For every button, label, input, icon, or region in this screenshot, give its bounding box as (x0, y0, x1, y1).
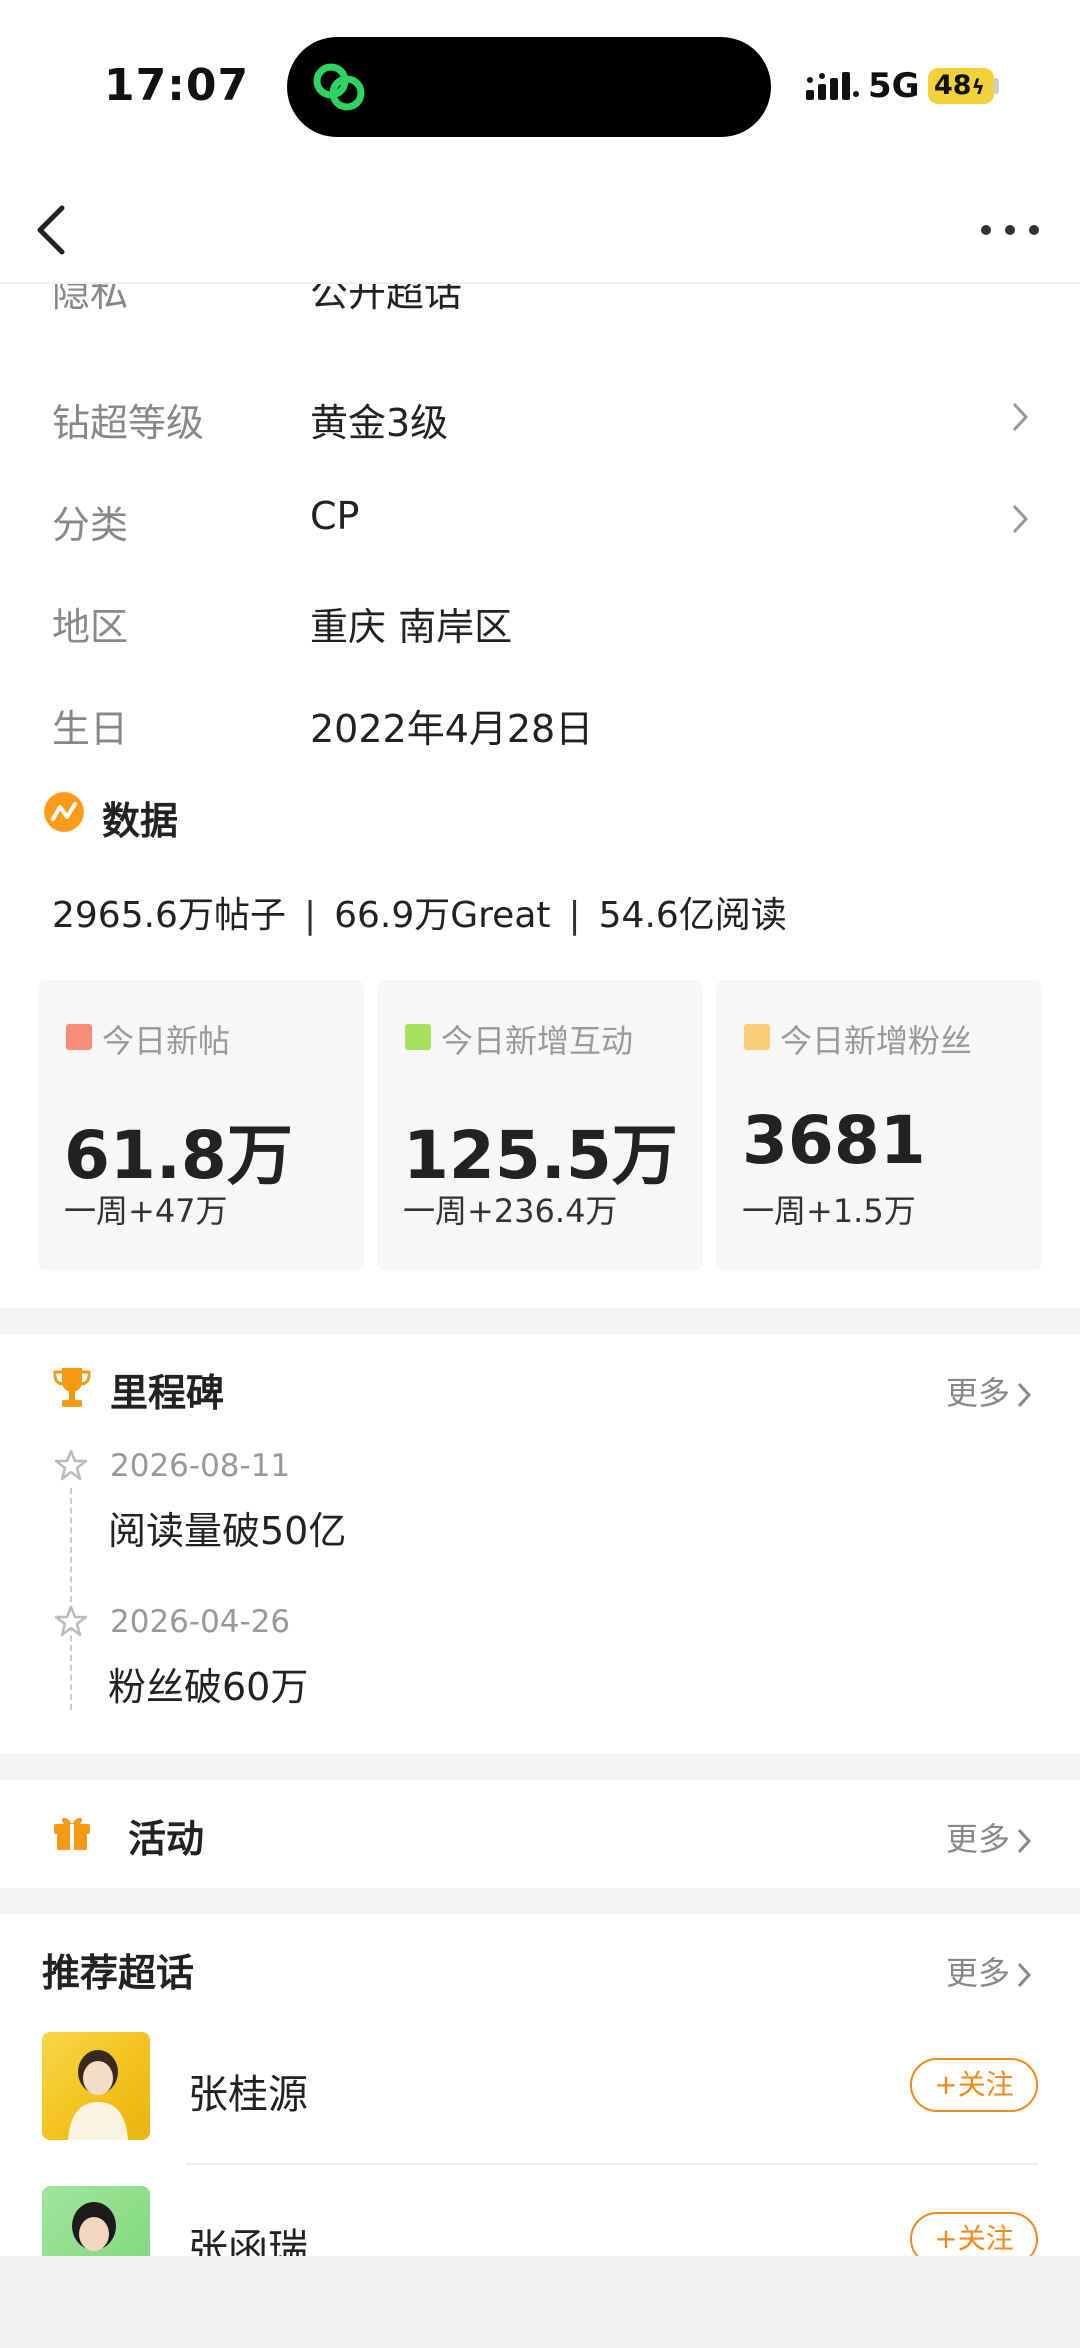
battery-icon: 48ϟ (928, 68, 994, 104)
topic-name: 张桂源 (188, 2072, 308, 2118)
summary-reads: 54.6亿阅读 (598, 895, 787, 936)
more-label: 更多 (945, 1954, 1010, 1992)
more-dots-icon[interactable] (976, 210, 1046, 250)
card-week-change: 一周+47万 (64, 1192, 228, 1230)
nav-bar (0, 180, 1080, 284)
data-section-title: 数据 (102, 799, 179, 843)
card-value: 3681 (742, 1102, 926, 1179)
link-app-icon (313, 63, 365, 111)
milestones-more-link[interactable]: 更多 (946, 1368, 1032, 1414)
summary-great: 66.9万Great (334, 895, 551, 936)
info-row-birthday: 生日 2022年4月28日 (0, 670, 1080, 772)
info-value: 重庆 南岸区 (310, 605, 513, 649)
milestone-item: 2026-04-26 粉丝破60万 (0, 1604, 1080, 1724)
info-label: 钻超等级 (52, 401, 205, 445)
milestone-text: 粉丝破60万 (108, 1665, 309, 1709)
list-divider (186, 2163, 1038, 2165)
stat-card-new-posts[interactable]: 今日新帖 61.8万 一周+47万 (38, 980, 364, 1270)
info-row-category[interactable]: 分类 CP (0, 466, 1080, 568)
info-row-level[interactable]: 钻超等级 黄金3级 (0, 364, 1080, 466)
trophy-icon (53, 1368, 91, 1407)
star-outline-icon (54, 1605, 88, 1637)
more-label: 更多 (945, 1374, 1010, 1412)
bottom-bar-area (0, 2256, 1080, 2348)
status-time: 17:07 (104, 60, 250, 111)
chevron-right-icon (1017, 1382, 1032, 1408)
color-dot (405, 1024, 431, 1050)
card-value: 61.8万 (64, 1117, 293, 1194)
battery-cap (994, 78, 999, 94)
chevron-right-icon (1017, 1828, 1032, 1854)
stat-card-new-interactions[interactable]: 今日新增互动 125.5万 一周+236.4万 (377, 980, 703, 1270)
gift-icon (54, 1817, 90, 1850)
star-outline-icon (54, 1449, 88, 1481)
info-value: CP (310, 494, 360, 538)
data-chart-icon (44, 792, 84, 832)
status-bar: 17:07 5G 48ϟ (0, 0, 1080, 180)
summary-posts: 2965.6万帖子 (52, 895, 286, 936)
card-week-change: 一周+1.5万 (742, 1192, 916, 1230)
signal-icon (806, 72, 859, 100)
recommended-title: 推荐超话 (42, 1951, 195, 1995)
back-chevron-icon[interactable] (28, 200, 78, 260)
color-dot (66, 1024, 92, 1050)
chevron-right-icon (1012, 402, 1029, 432)
chevron-right-icon (1017, 1962, 1032, 1988)
color-dot (744, 1024, 770, 1050)
card-label: 今日新增互动 (441, 1022, 634, 1060)
recommended-header: 推荐超话 更多 (0, 1914, 1080, 2014)
section-divider (0, 1888, 1080, 1914)
milestone-date: 2026-04-26 (110, 1604, 291, 1640)
milestones-header: 里程碑 更多 (0, 1360, 1080, 1420)
recommended-more-link[interactable]: 更多 (946, 1948, 1032, 1994)
info-label: 分类 (52, 503, 129, 547)
card-value: 125.5万 (403, 1117, 678, 1194)
battery-level: 48 (934, 70, 972, 101)
stat-card-new-fans[interactable]: 今日新增粉丝 3681 一周+1.5万 (716, 980, 1042, 1270)
charging-bolt-icon: ϟ (971, 75, 985, 99)
info-row-region: 地区 重庆 南岸区 (0, 568, 1080, 670)
info-label: 生日 (52, 707, 129, 751)
card-label: 今日新增粉丝 (780, 1022, 973, 1060)
info-value: 黄金3级 (310, 401, 449, 445)
section-divider (0, 1754, 1080, 1780)
activity-title: 活动 (128, 1817, 205, 1861)
section-divider (0, 1308, 1080, 1334)
milestone-text: 阅读量破50亿 (108, 1509, 347, 1553)
summary-separator: | (303, 895, 317, 936)
milestones-title: 里程碑 (110, 1371, 225, 1415)
person-portrait-icon (68, 2050, 128, 2140)
milestone-item: 2026-08-11 阅读量破50亿 (0, 1448, 1080, 1568)
network-type: 5G (868, 66, 920, 106)
card-label: 今日新帖 (102, 1022, 231, 1060)
avatar (42, 2032, 150, 2140)
dynamic-island (287, 37, 771, 137)
activity-more-link[interactable]: 更多 (946, 1814, 1032, 1860)
info-value: 2022年4月28日 (310, 707, 594, 751)
stats-cards: 今日新帖 61.8万 一周+47万 今日新增互动 125.5万 一周+236.4… (38, 980, 1042, 1270)
info-list: 隐私 公开超话 钻超等级 黄金3级 分类 CP 地区 重庆 南岸区 生日 202… (0, 266, 1080, 772)
activity-row[interactable]: 活动 更多 (0, 1780, 1080, 1890)
summary-separator: | (568, 895, 581, 936)
info-label: 地区 (52, 605, 129, 649)
chevron-right-icon (1012, 504, 1029, 534)
milestone-date: 2026-08-11 (110, 1448, 291, 1484)
card-week-change: 一周+236.4万 (403, 1192, 618, 1230)
data-summary: 2965.6万帖子 | 66.9万Great | 54.6亿阅读 (52, 886, 787, 938)
more-label: 更多 (945, 1820, 1010, 1858)
follow-button[interactable]: +关注 (910, 2058, 1038, 2112)
